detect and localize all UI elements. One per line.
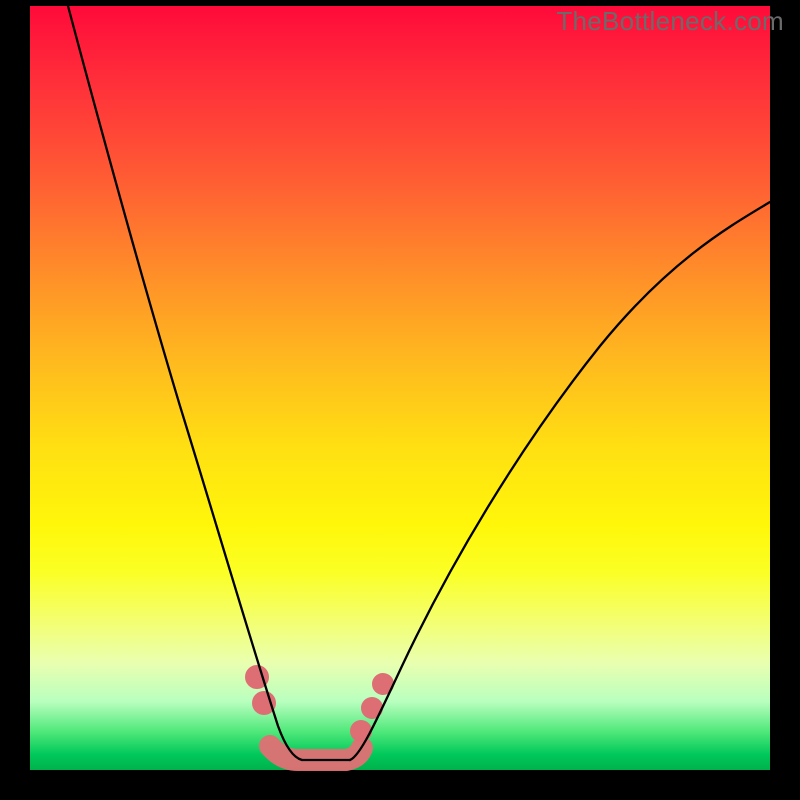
bottleneck-curve bbox=[30, 6, 770, 770]
curve-right-branch bbox=[350, 202, 770, 760]
highlight-dot bbox=[350, 720, 372, 742]
curve-left-branch bbox=[68, 6, 302, 760]
valley-highlight bbox=[270, 746, 362, 760]
